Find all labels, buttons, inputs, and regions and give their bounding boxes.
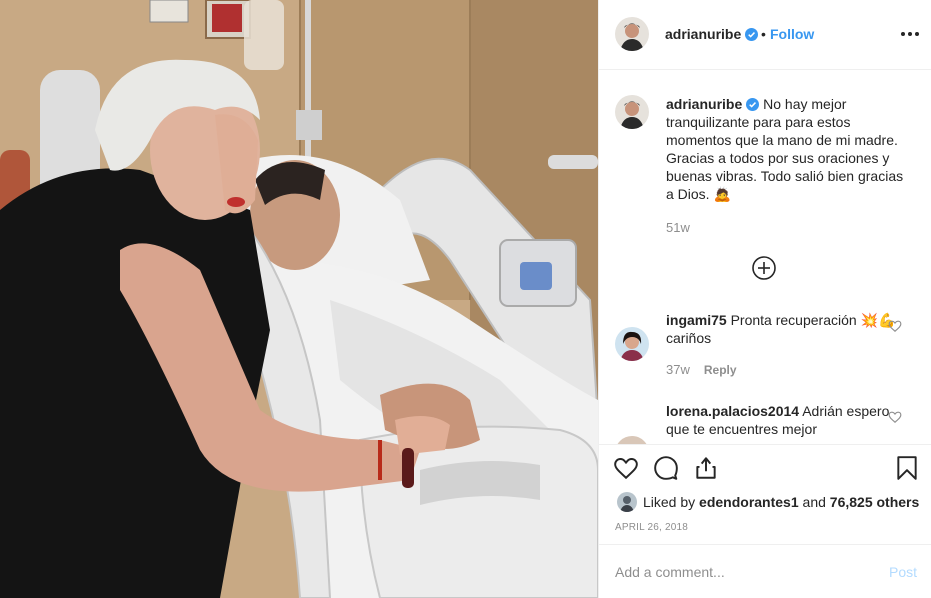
caption-time[interactable]: 51w — [666, 220, 690, 235]
commenter-avatar[interactable] — [615, 327, 649, 361]
post-comment-button[interactable]: Post — [889, 564, 917, 580]
comments-list[interactable]: adrianuribe No hay mejor tranquilizante … — [599, 71, 931, 444]
instagram-post: adrianuribe • Follow adrianuribe No hay … — [0, 0, 931, 598]
caption-avatar[interactable] — [615, 95, 649, 129]
caption-username[interactable]: adrianuribe — [666, 96, 742, 112]
likes-joiner: and — [802, 494, 826, 510]
author-username-link[interactable]: adrianuribe — [665, 26, 759, 42]
post-date[interactable]: APRIL 26, 2018 — [615, 522, 688, 533]
author-username: adrianuribe — [665, 26, 742, 42]
follow-button[interactable]: Follow — [770, 26, 814, 42]
likes-count[interactable]: 76,825 others — [830, 494, 920, 510]
liker-username[interactable]: edendorantes1 — [699, 494, 799, 510]
verified-badge-icon — [745, 28, 759, 41]
caption-meta: 51w — [666, 220, 690, 235]
comment-like-icon[interactable] — [888, 410, 902, 424]
comment-username[interactable]: ingami75 — [666, 312, 727, 328]
liker-avatar[interactable] — [617, 492, 637, 512]
likes-prefix: Liked by — [643, 494, 696, 510]
verified-badge-icon — [746, 98, 760, 111]
reply-button[interactable]: Reply — [704, 363, 737, 377]
like-heart-icon[interactable] — [613, 455, 639, 481]
more-options-icon[interactable] — [899, 24, 921, 44]
share-icon[interactable] — [693, 455, 719, 481]
commenter-avatar[interactable] — [615, 436, 649, 444]
comment-meta: 37w Reply — [666, 362, 737, 377]
comment-icon[interactable] — [653, 455, 679, 481]
post-header: adrianuribe • Follow — [599, 0, 931, 70]
comment-time[interactable]: 37w — [666, 362, 690, 377]
hospital-photo-illustration — [0, 0, 598, 598]
load-more-icon[interactable] — [751, 255, 777, 281]
comment-username[interactable]: lorena.palacios2014 — [666, 403, 799, 419]
add-comment-bar: Post — [599, 544, 931, 598]
post-sidebar: adrianuribe • Follow adrianuribe No hay … — [598, 0, 931, 598]
separator-dot: • — [761, 26, 766, 42]
save-bookmark-icon[interactable] — [894, 455, 920, 481]
comment-body: lorena.palacios2014 Adrián espero que te… — [666, 402, 906, 438]
likes-summary: Liked by edendorantes1 and 76,825 others — [617, 491, 919, 513]
comment-input[interactable] — [615, 562, 855, 582]
comment-like-icon[interactable] — [888, 319, 902, 333]
author-avatar[interactable] — [615, 17, 649, 51]
post-actions: Liked by edendorantes1 and 76,825 others… — [599, 444, 931, 598]
caption-body: adrianuribe No hay mejor tranquilizante … — [666, 95, 906, 203]
comment-body: ingami75 Pronta recuperación 💥💪 cariños — [666, 311, 906, 347]
post-photo[interactable] — [0, 0, 598, 598]
